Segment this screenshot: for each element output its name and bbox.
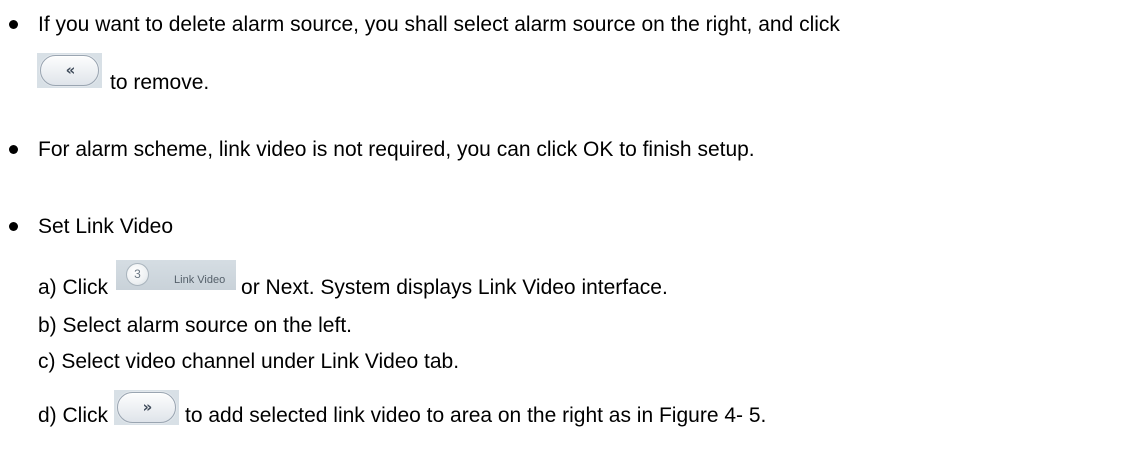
step-b: b) Select alarm source on the left. — [38, 314, 352, 338]
remove-button-image: « — [37, 52, 102, 88]
step-a-prefix: a) Click — [38, 276, 109, 299]
bullet-text: For alarm scheme, link video is not requ… — [38, 138, 755, 161]
step-a-suffix: or Next. System displays Link Video inte… — [241, 276, 668, 299]
bullet-item-alarm-scheme: For alarm scheme, link video is not requ… — [0, 138, 755, 162]
bullet-dot — [9, 20, 18, 29]
bullet-dot — [9, 145, 18, 154]
remove-text: to remove. — [110, 71, 210, 94]
bullet-text: If you want to delete alarm source, you … — [38, 13, 840, 36]
step-d-suffix: to add selected link video to area on th… — [185, 404, 767, 427]
link-video-step-tab-image: 3 Link Video — [116, 260, 237, 290]
step-d-prefix: d) Click — [38, 404, 109, 427]
step-c-text: c) Select video channel under Link Video… — [38, 350, 460, 373]
bullet-item-set-link-video: Set Link Video — [0, 215, 173, 239]
step-a: a) Click 3 Link Video or Next. System di… — [38, 260, 668, 299]
double-chevron-right-icon: » — [117, 391, 177, 423]
remove-instruction: « to remove. — [37, 52, 210, 95]
add-button-image: » — [114, 389, 180, 425]
bullet-text: Set Link Video — [38, 215, 174, 238]
step-number-badge: 3 — [126, 263, 150, 286]
bullet-dot — [9, 222, 18, 231]
step-d: d) Click » to add selected link video to… — [38, 389, 767, 427]
bullet-item-delete-alarm-source: If you want to delete alarm source, you … — [0, 13, 840, 37]
step-b-text: b) Select alarm source on the left. — [38, 314, 352, 337]
double-chevron-left-icon: « — [40, 54, 99, 86]
step-tab-label: Link Video — [174, 274, 226, 286]
step-c: c) Select video channel under Link Video… — [38, 350, 459, 374]
